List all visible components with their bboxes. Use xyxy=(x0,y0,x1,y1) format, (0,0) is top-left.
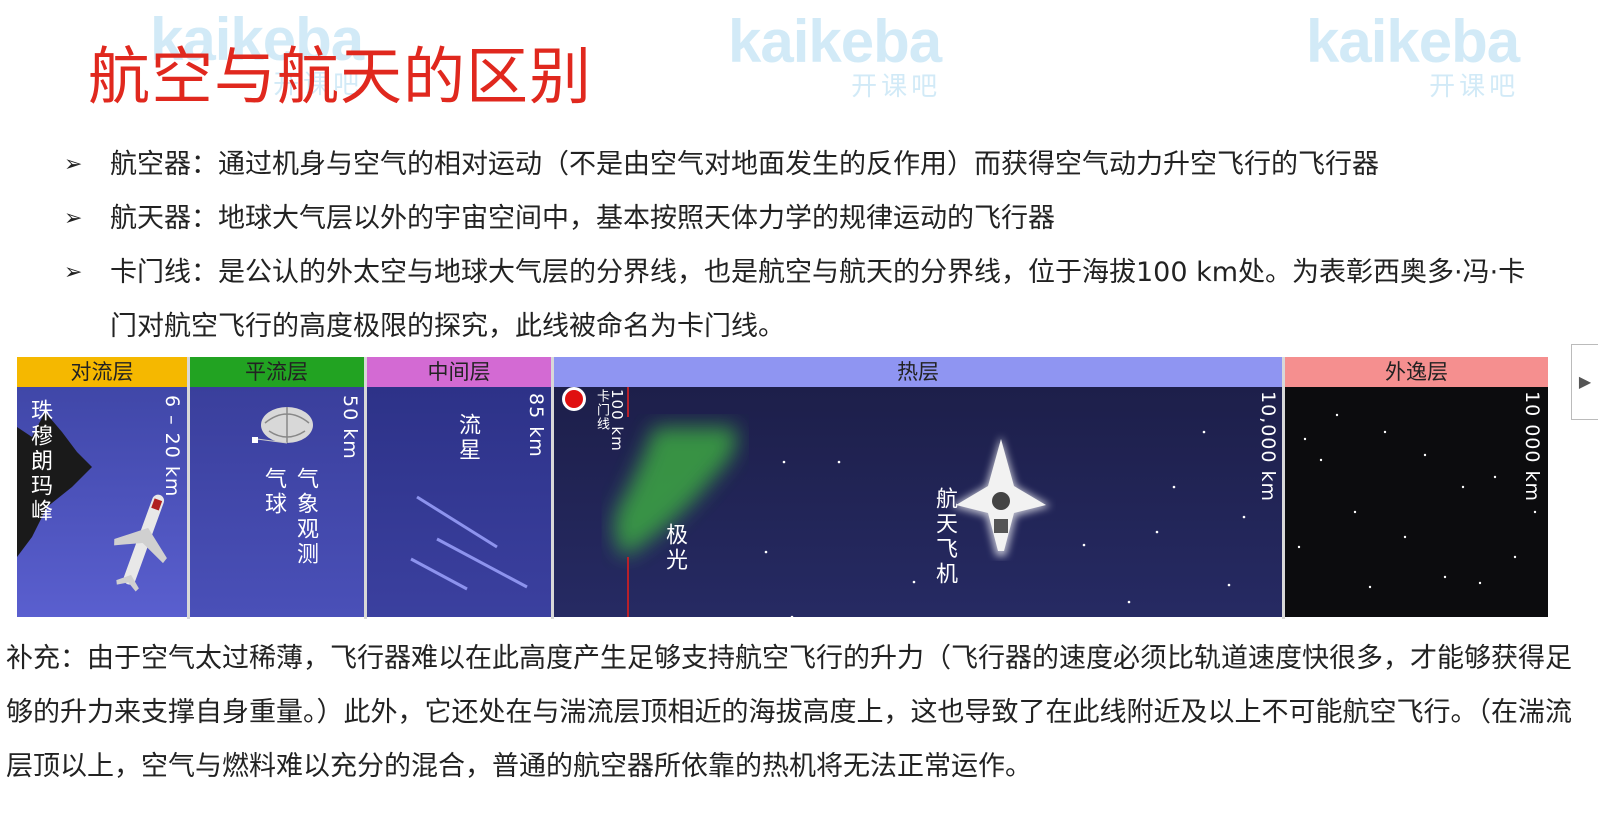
stratosphere-altitude: 50 km xyxy=(339,395,361,460)
arrow-bullet-icon: ➢ xyxy=(64,152,83,177)
atmosphere-diagram: 对流层 平流层 中间层 热层 外逸层 珠穆朗玛峰 6 – 20 km 气象观测气… xyxy=(17,357,1548,619)
thermosphere-altitude: 10,000 km xyxy=(1257,391,1279,503)
page-title: 航空与航天的区别 xyxy=(88,40,593,113)
layer-header-mesosphere: 中间层 xyxy=(367,357,551,387)
meteor-label: 流星 xyxy=(455,413,480,463)
layer-divider xyxy=(1282,357,1285,619)
troposphere-panel: 珠穆朗玛峰 6 – 20 km xyxy=(17,387,187,617)
layer-divider xyxy=(364,357,367,619)
mesosphere-panel: 流星 85 km xyxy=(367,387,551,617)
layer-header-stratosphere: 平流层 xyxy=(189,357,364,387)
everest-label: 珠穆朗玛峰 xyxy=(27,399,52,524)
troposphere-altitude: 6 – 20 km xyxy=(161,395,183,498)
layer-divider xyxy=(551,357,554,619)
layer-header-troposphere: 对流层 xyxy=(17,357,187,387)
supplement-note: 补充：由于空气太过稀薄，飞行器难以在此高度产生足够支持航空飞行的升力（飞行器的速… xyxy=(6,643,1572,782)
balloon-label: 气象观测气球 xyxy=(261,467,318,567)
thermosphere-panel: 100 km 卡门线 极光 航天飞机 10,000 km xyxy=(554,387,1282,617)
layer-header-exosphere: 外逸层 xyxy=(1285,357,1548,387)
weather-balloon-icon xyxy=(252,407,313,444)
stars-icon xyxy=(1297,413,1537,589)
arrow-bullet-icon: ➢ xyxy=(64,206,83,231)
stratosphere-panel: 气象观测气球 50 km xyxy=(189,387,364,617)
layer-header-thermosphere: 热层 xyxy=(554,357,1282,387)
stars-icon xyxy=(764,430,1246,617)
bullet-item: ➢ 航天器：地球大气层以外的宇宙空间中，基本按照天体力学的规律运动的飞行器 xyxy=(64,192,1544,246)
watermark-logo: kaikeba 开课吧 xyxy=(728,8,942,101)
next-slide-button[interactable]: ▶ xyxy=(1571,344,1598,420)
mesosphere-altitude: 85 km xyxy=(525,393,547,458)
bullet-item: ➢ 航空器：通过机身与空气的相对运动（不是由空气对地面发生的反作用）而获得空气动… xyxy=(64,138,1544,192)
bullet-item: ➢ 卡门线：是公认的外太空与地球大气层的分界线，也是航空与航天的分界线，位于海拔… xyxy=(64,246,1544,354)
exosphere-altitude: 10 000 km xyxy=(1521,391,1543,503)
play-icon: ▶ xyxy=(1578,372,1592,391)
exosphere-panel: 10 000 km xyxy=(1285,387,1548,617)
airplane-icon xyxy=(114,494,167,592)
arrow-bullet-icon: ➢ xyxy=(64,260,83,285)
layer-divider xyxy=(187,357,190,619)
watermark-logo: kaikeba 开课吧 xyxy=(1306,8,1520,101)
meteor-streaks-icon xyxy=(410,495,528,591)
bullet-list: ➢ 航空器：通过机身与空气的相对运动（不是由空气对地面发生的反作用）而获得空气动… xyxy=(64,138,1544,354)
